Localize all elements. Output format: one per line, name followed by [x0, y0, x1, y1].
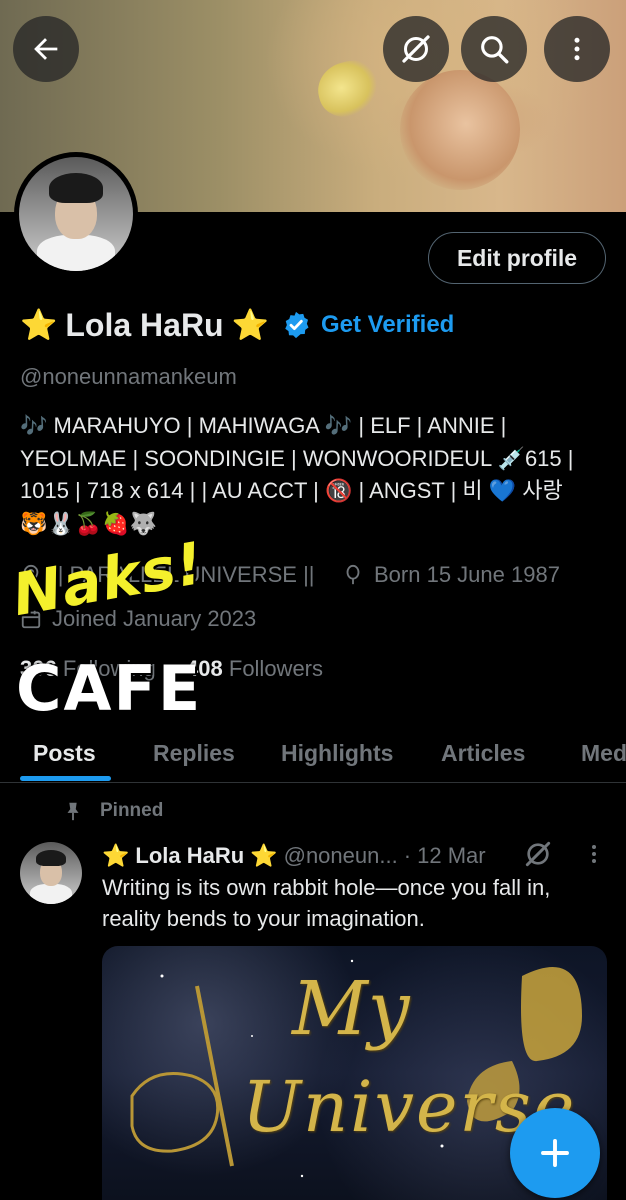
pinned-indicator: Pinned: [62, 798, 163, 824]
active-tab-indicator: [20, 776, 111, 781]
followers-link[interactable]: 408 Followers: [186, 656, 323, 681]
tab-replies[interactable]: Replies: [153, 724, 235, 782]
display-name-row: ⭐ Lola HaRu ⭐ Get Verified: [20, 302, 454, 348]
post-text: Writing is its own rabbit hole—once you …: [102, 875, 551, 931]
bio-line: 🎶 MARAHUYO | MAHIWAGA 🎶 | ELF | ANNIE |: [20, 413, 507, 438]
more-button[interactable]: [544, 16, 610, 82]
star-emoji: ⭐: [102, 843, 130, 868]
back-button[interactable]: [13, 16, 79, 82]
get-verified-link[interactable]: Get Verified: [321, 311, 454, 339]
star-emoji: ⭐: [20, 308, 58, 342]
compose-button[interactable]: [510, 1108, 600, 1198]
profile-avatar[interactable]: [14, 152, 138, 276]
verified-badge-icon[interactable]: [281, 310, 311, 340]
more-vertical-icon: [574, 37, 580, 61]
post-author-handle[interactable]: @noneun...: [284, 843, 398, 869]
edit-profile-button[interactable]: Edit profile: [428, 232, 606, 284]
pin-icon: [67, 802, 79, 821]
star-emoji: ⭐: [250, 843, 278, 868]
star-emoji: ⭐: [231, 308, 269, 342]
post-author-name[interactable]: Lola HaRu: [135, 843, 244, 869]
display-name: Lola HaRu: [65, 306, 224, 343]
birthday-text: Born 15 June 1987: [374, 562, 560, 587]
profile-handle: @noneunnamankeum: [20, 364, 237, 389]
arrow-left-icon: [34, 38, 58, 60]
balloon-icon: [346, 564, 360, 585]
grok-icon: [402, 35, 430, 63]
tab-media[interactable]: Media: [581, 724, 626, 782]
tab-posts[interactable]: Posts: [33, 724, 96, 782]
more-vertical-icon[interactable]: [582, 840, 606, 868]
search-button[interactable]: [461, 16, 527, 82]
bio-line: 🐯🐰🍒🍓🐺: [20, 510, 157, 536]
plus-icon: [541, 1139, 569, 1167]
profile-tabs: Posts Replies Highlights Articles Media: [0, 724, 626, 783]
followers-label: Followers: [228, 656, 324, 681]
tab-highlights[interactable]: Highlights: [281, 724, 393, 782]
grok-icon[interactable]: [522, 838, 554, 870]
bio-line: YEOLMAE | SOONDINGIE | WONWOORIDEUL 💉615…: [20, 445, 574, 471]
pinned-label: Pinned: [100, 800, 164, 821]
post-author-avatar[interactable]: [20, 842, 82, 904]
post-date[interactable]: · 12 Mar: [404, 843, 486, 869]
tab-articles[interactable]: Articles: [441, 724, 525, 782]
search-icon: [481, 36, 509, 64]
watermark-cafe: CAFE: [16, 652, 203, 725]
avatar-photo: [19, 157, 133, 271]
bio-line: 1015 | 718 x 614 | | AU ACCT | 🔞 | ANGST…: [20, 478, 563, 503]
grok-button[interactable]: [383, 16, 449, 82]
post-header: ⭐ Lola HaRu ⭐ @noneun... · 12 Mar: [102, 840, 486, 872]
banner-butterfly: [312, 55, 384, 123]
image-title-my: My: [292, 966, 410, 1052]
banner-photo-detail: [400, 70, 520, 190]
profile-birthday: Born 15 June 1987: [342, 562, 560, 588]
profile-bio: 🎶 MARAHUYO | MAHIWAGA 🎶 | ELF | ANNIE | …: [20, 410, 620, 540]
